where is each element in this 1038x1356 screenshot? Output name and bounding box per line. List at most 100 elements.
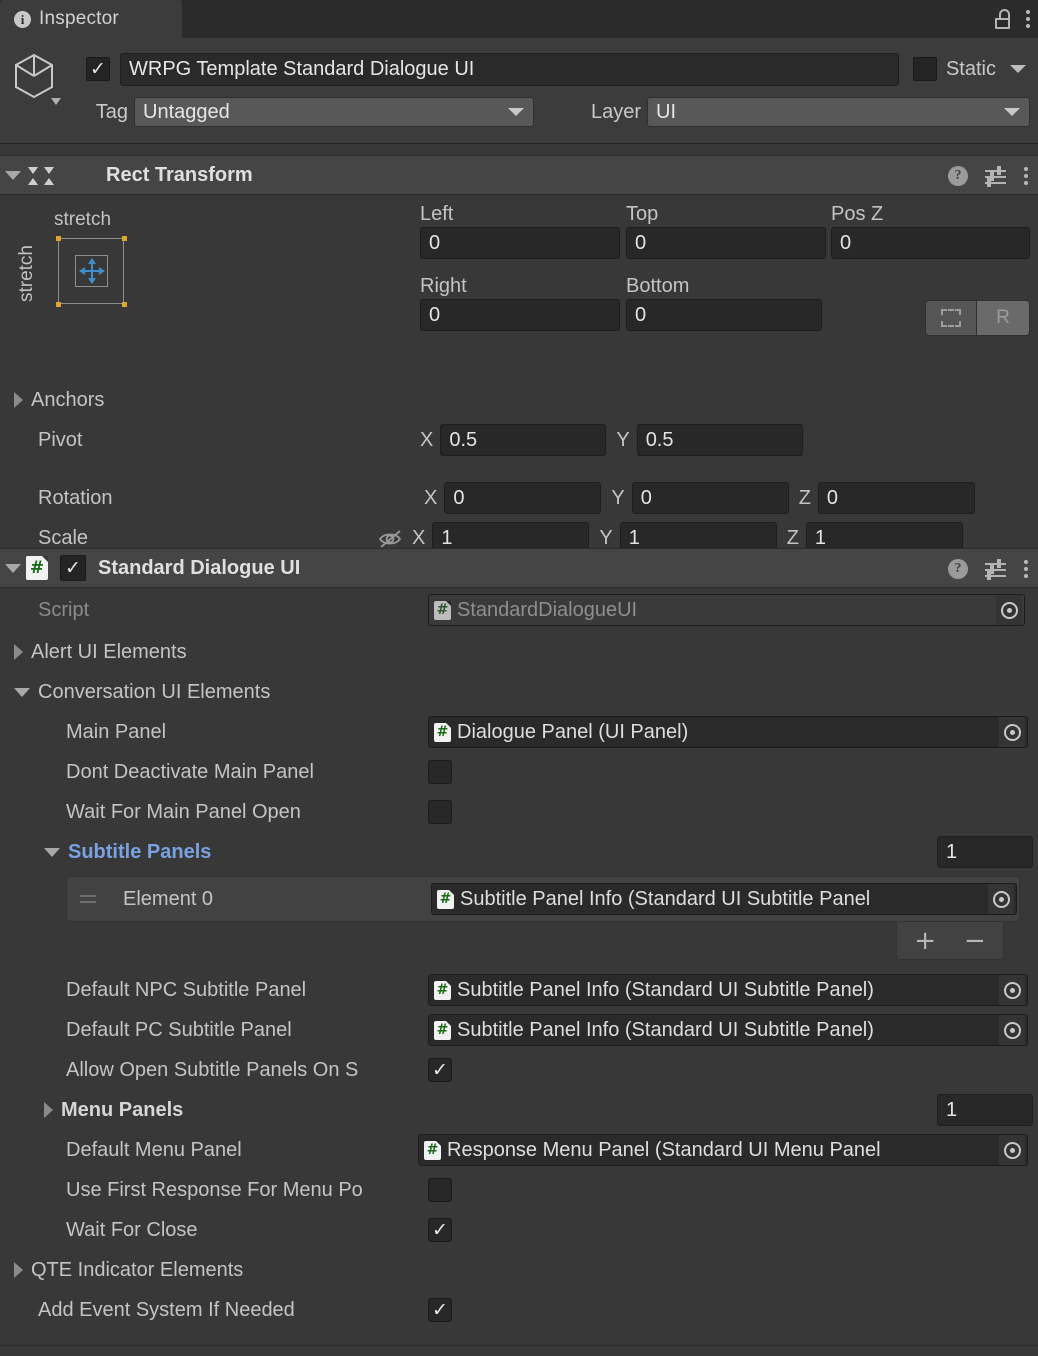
raw-mode-button[interactable]: R (977, 300, 1030, 336)
standard-dialogue-ui-header[interactable]: # Standard Dialogue UI ? (0, 548, 1038, 588)
default-npc-subtitle-panel-object-field[interactable]: # Subtitle Panel Info (Standard UI Subti… (428, 974, 1028, 1006)
chevron-down-icon (508, 108, 524, 116)
pivot-x-value: 0.5 (449, 428, 478, 451)
lock-body (995, 18, 1010, 29)
remove-element-button[interactable]: − (964, 928, 986, 954)
rotation-x-input[interactable]: 0 (444, 482, 602, 514)
rect-transform-foldout[interactable] (0, 170, 26, 180)
default-npc-subtitle-panel-row: Default NPC Subtitle Panel # Subtitle Pa… (0, 970, 1038, 1010)
object-picker-button[interactable] (999, 1015, 1025, 1045)
wait-for-close-checkbox[interactable] (428, 1218, 452, 1242)
tab-inspector-label: Inspector (39, 8, 119, 29)
layer-dropdown[interactable]: UI (647, 97, 1030, 127)
static-label: Static (945, 57, 996, 80)
qte-indicator-elements-foldout[interactable]: QTE Indicator Elements (0, 1250, 1038, 1290)
tab-bar-actions (995, 0, 1030, 38)
script-object-field[interactable]: # StandardDialogueUI (428, 594, 1025, 626)
pivot-x-axis: X (420, 428, 434, 451)
rotation-label: Rotation (38, 486, 113, 509)
csharp-script-icon: # (434, 980, 451, 1000)
component-enabled-checkbox[interactable] (60, 555, 86, 581)
chevron-down-icon (1004, 108, 1020, 116)
main-panel-object-field[interactable]: # Dialogue Panel (UI Panel) (428, 716, 1028, 748)
kebab-menu-icon[interactable] (1023, 560, 1028, 578)
alert-ui-elements-foldout[interactable]: Alert UI Elements (0, 632, 1038, 672)
default-menu-panel-object-field[interactable]: # Response Menu Panel (Standard UI Menu … (418, 1134, 1028, 1166)
wait-for-close-row: Wait For Close (0, 1210, 1038, 1250)
pos-z-input[interactable]: 0 (831, 227, 1030, 259)
csharp-script-icon: # (26, 556, 48, 580)
object-picker-button[interactable] (996, 595, 1022, 625)
menu-panels-size-input[interactable]: 1 (937, 1094, 1033, 1126)
rotation-z-input[interactable]: 0 (817, 482, 975, 514)
kebab-menu-icon[interactable] (1023, 167, 1028, 185)
help-icon[interactable]: ? (948, 559, 968, 579)
add-event-system-checkbox[interactable] (428, 1298, 452, 1322)
preset-icon[interactable] (985, 166, 1006, 187)
object-picker-button[interactable] (988, 884, 1014, 914)
wait-for-close-label: Wait For Close (66, 1218, 198, 1241)
add-element-button[interactable]: + (914, 928, 936, 954)
pos-z-value: 0 (840, 231, 852, 254)
static-checkbox[interactable] (912, 57, 937, 81)
tab-inspector[interactable]: i Inspector (0, 0, 182, 38)
allow-open-subtitle-panels-checkbox[interactable] (428, 1058, 452, 1082)
use-first-response-row: Use First Response For Menu Po (0, 1170, 1038, 1210)
blueprint-mode-button[interactable] (925, 300, 977, 336)
default-pc-subtitle-panel-object-field[interactable]: # Subtitle Panel Info (Standard UI Subti… (428, 1014, 1028, 1046)
help-icon[interactable]: ? (948, 166, 968, 186)
use-first-response-checkbox[interactable] (428, 1178, 452, 1202)
right-input[interactable]: 0 (420, 299, 620, 331)
wait-for-main-panel-open-checkbox[interactable] (428, 800, 452, 824)
wait-for-main-panel-open-row: Wait For Main Panel Open (0, 792, 1038, 832)
pivot-row: Pivot X 0.5 Y 0.5 (0, 420, 1038, 460)
anchors-foldout-row[interactable]: Anchors (0, 380, 1038, 420)
subtitle-panels-foldout[interactable]: Subtitle Panels 1 (0, 832, 1038, 872)
anchor-preset-widget[interactable]: stretch stretch (14, 203, 154, 333)
bottom-input[interactable]: 0 (626, 299, 822, 331)
object-picker-button[interactable] (999, 1135, 1025, 1165)
default-npc-subtitle-panel-value: Subtitle Panel Info (Standard UI Subtitl… (457, 978, 874, 1001)
default-menu-panel-row: Default Menu Panel # Response Menu Panel… (0, 1130, 1038, 1170)
kebab-menu-icon[interactable] (1025, 10, 1030, 28)
allow-open-subtitle-panels-row: Allow Open Subtitle Panels On S (0, 1050, 1038, 1090)
subtitle-panels-size-input[interactable]: 1 (937, 836, 1033, 868)
rect-transform-header[interactable]: Rect Transform ? (0, 155, 1038, 195)
component-foldout[interactable] (0, 563, 26, 573)
lock-icon[interactable] (995, 9, 1011, 29)
object-picker-button[interactable] (999, 717, 1025, 747)
bottom-value: 0 (635, 303, 647, 326)
pivot-x-input[interactable]: 0.5 (440, 424, 607, 456)
left-input[interactable]: 0 (420, 227, 620, 259)
static-dropdown-arrow-icon[interactable] (1010, 65, 1026, 73)
top-value: 0 (635, 231, 647, 254)
dont-deactivate-main-panel-checkbox[interactable] (428, 760, 452, 784)
main-panel-row: Main Panel # Dialogue Panel (UI Panel) (0, 712, 1038, 752)
rect-top-label-wrap: Top (626, 203, 658, 226)
menu-panels-foldout[interactable]: Menu Panels 1 (0, 1090, 1038, 1130)
object-picker-button[interactable] (999, 975, 1025, 1005)
csharp-script-icon: # (434, 600, 451, 620)
layer-value: UI (656, 100, 676, 123)
csharp-script-icon: # (424, 1140, 441, 1160)
rotation-y-value: 0 (640, 486, 652, 509)
pivot-y-input[interactable]: 0.5 (636, 424, 803, 456)
info-icon: i (14, 10, 31, 28)
tag-dropdown[interactable]: Untagged (134, 97, 534, 127)
gameobject-name-value: WRPG Template Standard Dialogue UI (129, 57, 475, 80)
anchor-preset-top-label: stretch (54, 209, 112, 230)
gameobject-active-checkbox[interactable] (86, 57, 110, 81)
csharp-script-icon: # (437, 889, 454, 909)
rotation-y-input[interactable]: 0 (631, 482, 789, 514)
preset-icon[interactable] (985, 559, 1006, 580)
default-pc-subtitle-panel-label: Default PC Subtitle Panel (66, 1018, 292, 1041)
scale-y-value: 1 (628, 526, 640, 549)
conversation-ui-elements-foldout[interactable]: Conversation UI Elements (0, 672, 1038, 712)
rotation-y-axis: Y (611, 486, 625, 509)
gameobject-name-input[interactable]: WRPG Template Standard Dialogue UI (120, 52, 899, 86)
constrain-proportions-off-icon[interactable] (378, 529, 402, 548)
drag-handle-icon[interactable] (75, 895, 101, 903)
element-0-object-field[interactable]: # Subtitle Panel Info (Standard UI Subti… (431, 883, 1017, 915)
rect-posz-label-wrap: Pos Z (831, 203, 883, 226)
top-input[interactable]: 0 (626, 227, 826, 259)
